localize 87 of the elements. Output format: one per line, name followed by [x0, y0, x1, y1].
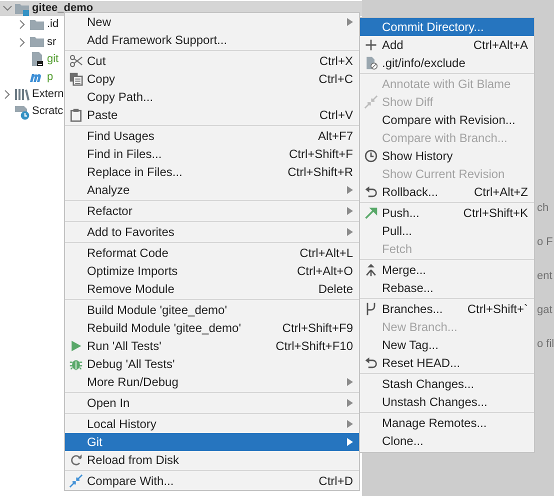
keyboard-shortcut: Ctrl+Shift+F [288, 146, 353, 163]
menu-item[interactable]: Rebase... [360, 279, 534, 297]
keyboard-shortcut: Ctrl+V [318, 107, 353, 124]
menu-item[interactable]: Find Usages Alt+F7 [65, 127, 359, 145]
menu-item[interactable]: Remove Module Delete [65, 280, 359, 298]
menu-item[interactable]: Add to Favorites [65, 223, 359, 241]
menu-item[interactable]: Reset HEAD... [360, 354, 534, 372]
menu-item[interactable]: Rebuild Module 'gitee_demo' Ctrl+Shift+F9 [65, 319, 359, 337]
keyboard-shortcut: Ctrl+Alt+Z [472, 184, 528, 201]
excluded-file-icon [364, 56, 378, 70]
tree-item-label[interactable]: .id [47, 16, 59, 33]
keyboard-shortcut: Ctrl+Shift+` [466, 301, 528, 318]
menu-item[interactable]: Paste Ctrl+V [65, 106, 359, 124]
keyboard-shortcut: Ctrl+Alt+O [296, 263, 353, 280]
keyboard-shortcut: Ctrl+Shift+F9 [281, 320, 353, 337]
keyboard-shortcut: Ctrl+Shift+R [286, 164, 353, 181]
keyboard-shortcut: Ctrl+X [318, 53, 353, 70]
menu-item[interactable]: Add Ctrl+Alt+A [360, 36, 534, 54]
keyboard-shortcut: Ctrl+C [318, 71, 353, 88]
menu-item[interactable]: Branches... Ctrl+Shift+` [360, 300, 534, 318]
plus-icon [364, 38, 378, 52]
menu-item[interactable]: Build Module 'gitee_demo' [65, 301, 359, 319]
tree-item-label[interactable]: Scratc [32, 103, 64, 120]
scissors-icon [69, 54, 83, 68]
menu-item[interactable]: Reload from Disk [65, 451, 359, 469]
menu-item[interactable]: Show History [360, 147, 534, 165]
menu-item[interactable]: Optimize Imports Ctrl+Alt+O [65, 262, 359, 280]
compare-arrows-icon [69, 474, 83, 488]
menu-item[interactable]: Replace in Files... Ctrl+Shift+R [65, 163, 359, 181]
hint-text: ent [537, 269, 554, 284]
menu-item[interactable]: Cut Ctrl+X [65, 52, 359, 70]
menu-item[interactable]: Unstash Changes... [360, 393, 534, 411]
menu-item[interactable]: Compare With... Ctrl+D [65, 472, 359, 490]
menu-item[interactable]: Open In [65, 394, 359, 412]
reload-icon [69, 453, 83, 467]
menu-item[interactable]: Find in Files... Ctrl+Shift+F [65, 145, 359, 163]
menu-item[interactable]: Copy Path... [65, 88, 359, 106]
menu-item[interactable]: Clone... [360, 432, 534, 450]
undo-icon [364, 185, 378, 199]
hint-text: ch [537, 201, 550, 216]
play-icon [69, 339, 83, 353]
keyboard-shortcut: Ctrl+Shift+F10 [274, 338, 353, 355]
tree-item-label[interactable]: sr [47, 34, 56, 50]
hint-text: gat [537, 303, 554, 318]
tree-item-label[interactable]: git [47, 51, 59, 68]
menu-item[interactable]: .git/info/exclude [360, 54, 534, 72]
hint-text: o F [537, 235, 554, 250]
keyboard-shortcut: Ctrl+Alt+L [298, 245, 353, 262]
file-icon [29, 51, 45, 68]
menu-item[interactable]: New Tag... [360, 336, 534, 354]
menu-item[interactable]: Add Framework Support... [65, 31, 359, 49]
bug-icon [69, 357, 83, 371]
menu-item[interactable]: Debug 'All Tests' [65, 355, 359, 373]
menu-item[interactable]: Copy Ctrl+C [65, 70, 359, 88]
clipboard-icon [69, 108, 83, 122]
diff-arrows-icon [364, 95, 378, 109]
menu-item[interactable]: Manage Remotes... [360, 414, 534, 432]
keyboard-shortcut: Ctrl+D [318, 473, 353, 490]
menu-item[interactable]: Rollback... Ctrl+Alt+Z [360, 183, 534, 201]
hint-text: o fil [537, 337, 554, 352]
menu-item[interactable]: More Run/Debug [65, 373, 359, 391]
merge-icon [364, 263, 378, 277]
clock-icon [364, 149, 378, 163]
menu-item[interactable]: Refactor [65, 202, 359, 220]
menu-item[interactable]: Stash Changes... [360, 375, 534, 393]
keyboard-shortcut: Delete [317, 281, 353, 298]
menu-item[interactable]: Analyze [65, 181, 359, 199]
menu-item[interactable]: Reformat Code Ctrl+Alt+L [65, 244, 359, 262]
keyboard-shortcut: Ctrl+Alt+A [472, 37, 528, 54]
push-arrow-icon [364, 206, 378, 220]
menu-item[interactable]: Merge... [360, 261, 534, 279]
menu-item[interactable]: Run 'All Tests' Ctrl+Shift+F10 [65, 337, 359, 355]
keyboard-shortcut: Alt+F7 [316, 128, 353, 145]
scratch-file-icon [14, 104, 30, 120]
menu-item[interactable]: Pull... [360, 222, 534, 240]
tree-item-label[interactable]: p [47, 68, 54, 86]
keyboard-shortcut: Ctrl+Shift+K [462, 205, 528, 222]
menu-item[interactable]: Compare with Revision... [360, 111, 534, 129]
menu-item[interactable]: Push... Ctrl+Shift+K [360, 204, 534, 222]
library-icon [14, 86, 30, 102]
branch-icon [364, 302, 378, 316]
menu-item[interactable]: Git [65, 433, 359, 451]
tree-item-label[interactable]: Extern [32, 86, 64, 102]
undo-icon [364, 356, 378, 370]
copy-icon [69, 72, 83, 86]
menu-item[interactable]: Local History [65, 415, 359, 433]
menu-item[interactable]: Commit Directory... [360, 18, 534, 36]
